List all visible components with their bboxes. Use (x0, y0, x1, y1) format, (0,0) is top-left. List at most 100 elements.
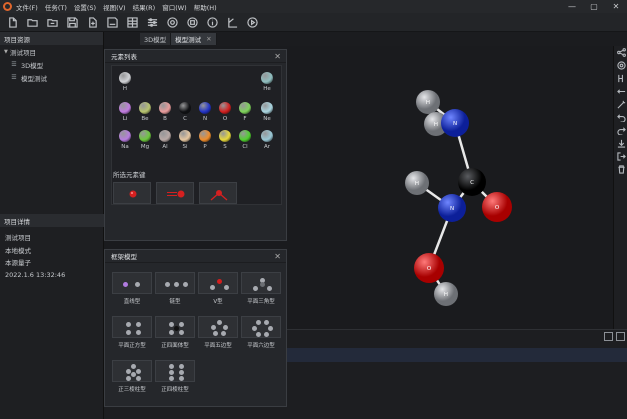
element-c-button[interactable] (179, 102, 191, 114)
target-icon[interactable] (614, 59, 627, 72)
element-he-button[interactable] (261, 72, 273, 84)
open-recent-icon[interactable] (42, 14, 62, 30)
model-atom-dot (135, 321, 141, 327)
new-file-icon[interactable] (2, 14, 22, 30)
model-5-button[interactable]: 平面正方型 (112, 316, 152, 349)
tree-item-model-test[interactable]: ☰ 模型测试 (0, 71, 103, 84)
trash-icon[interactable] (614, 163, 627, 176)
ruler-icon[interactable] (222, 14, 242, 30)
list-view-icon[interactable] (604, 332, 613, 341)
undo-icon[interactable] (614, 111, 627, 124)
menu-help[interactable]: 帮助(H) (194, 2, 217, 12)
open-folder-icon[interactable] (22, 14, 42, 30)
play-icon[interactable] (242, 14, 262, 30)
menu-results[interactable]: 结果(R) (133, 2, 156, 12)
element-b-button[interactable] (159, 102, 171, 114)
save-icon[interactable] (62, 14, 82, 30)
element-be-button[interactable] (139, 102, 151, 114)
atom-label: H (434, 122, 438, 128)
model-atom-dot (178, 329, 184, 335)
redo-icon[interactable] (614, 124, 627, 137)
element-al-button[interactable] (159, 130, 171, 142)
menu-file[interactable]: 文件(F) (16, 2, 38, 12)
tree-item-label: 3D模型 (21, 61, 44, 70)
element-symbol: N (202, 116, 208, 122)
tab-3d-model[interactable]: 3D模型 (140, 33, 172, 45)
element-symbol: Ne (263, 116, 271, 122)
atom-label: H (415, 181, 419, 187)
element-f-button[interactable] (239, 102, 251, 114)
model-atom-dot (173, 281, 179, 287)
model-6-button[interactable]: 正四面体型 (155, 316, 195, 349)
element-mg-button[interactable] (139, 130, 151, 142)
table-icon[interactable] (122, 14, 142, 30)
model-4-button[interactable]: 平面三角型 (241, 272, 281, 305)
panel-title: 元素列表 (111, 53, 137, 61)
model-atom-dot (164, 281, 170, 287)
model-atom-dot (223, 284, 229, 290)
info-icon[interactable] (202, 14, 222, 30)
tree-item-3d-model[interactable]: ☰ 3D模型 (0, 58, 103, 71)
menu-task[interactable]: 任务(T) (45, 2, 67, 12)
model-10-button[interactable]: 正四棱柱型 (155, 360, 195, 393)
menu-view[interactable]: 视图(V) (103, 2, 126, 12)
element-ar-button[interactable] (261, 130, 273, 142)
framework-model-panel: 框架模型 ✕ 直线型 链型 V型 平面三角型 平面正方型 正四面体型 平面五边型 平面六边型正… (104, 249, 287, 407)
model-2-button[interactable]: 链型 (155, 272, 195, 305)
model-atom-dot (130, 371, 136, 377)
element-symbol: P (203, 144, 207, 150)
close-icon[interactable]: ✕ (206, 35, 211, 43)
stop-icon[interactable] (182, 14, 202, 30)
element-symbol: H (122, 86, 128, 92)
tool-icon[interactable] (614, 85, 627, 98)
close-icon[interactable]: ✕ (274, 252, 281, 261)
element-ne-button[interactable] (261, 102, 273, 114)
grid-view-icon[interactable] (616, 332, 625, 341)
model-atom-dot (178, 321, 184, 327)
wand-icon[interactable] (614, 98, 627, 111)
close-icon[interactable]: ✕ (274, 52, 281, 61)
element-o-button[interactable] (219, 102, 231, 114)
tab-bar: 3D模型 模型测试 ✕ (140, 33, 217, 45)
share-icon[interactable] (614, 46, 627, 59)
model-label: 正四面体型 (161, 343, 189, 349)
model-9-button[interactable]: 正三棱柱型 (112, 360, 152, 393)
record-icon[interactable] (162, 14, 182, 30)
element-p-button[interactable] (199, 130, 211, 142)
model-atom-dot (212, 330, 218, 336)
tree-item-project[interactable]: ▼ 测试项目 (0, 45, 103, 58)
element-si-button[interactable] (179, 130, 191, 142)
save-as-icon[interactable] (102, 14, 122, 30)
menu-window[interactable]: 窗口(W) (162, 2, 187, 12)
maximize-button[interactable]: ▢ (583, 0, 605, 13)
model-atom-dot (263, 331, 269, 337)
close-window-button[interactable]: ✕ (605, 0, 627, 13)
model-atom-dot (259, 281, 265, 287)
settings-sliders-icon[interactable] (142, 14, 162, 30)
element-s-button[interactable] (219, 130, 231, 142)
element-li-button[interactable] (119, 102, 131, 114)
menu-settings[interactable]: 设置(S) (74, 2, 96, 12)
tab-model-test[interactable]: 模型测试 ✕ (171, 33, 217, 45)
element-na-button[interactable] (119, 130, 131, 142)
model-thumbnail (155, 272, 195, 294)
double-bond-button[interactable] (156, 182, 194, 204)
element-symbol: S (223, 144, 227, 150)
model-1-button[interactable]: 直线型 (112, 272, 152, 305)
tab-label: 模型测试 (175, 36, 202, 44)
model-8-button[interactable]: 平面六边型 (241, 316, 281, 349)
minimize-button[interactable]: — (561, 0, 583, 13)
element-h-button[interactable] (119, 72, 131, 84)
v-bond-button[interactable] (199, 182, 237, 204)
export-icon[interactable] (614, 150, 627, 163)
download-icon[interactable] (614, 137, 627, 150)
model-3-button[interactable]: V型 (198, 272, 238, 305)
single-bond-button[interactable] (113, 182, 151, 204)
export-icon[interactable] (82, 14, 102, 30)
model-atom-dot (178, 369, 184, 375)
model-7-button[interactable]: 平面五边型 (198, 316, 238, 349)
element-symbol: Be (141, 116, 149, 122)
hydrogen-icon[interactable] (614, 72, 627, 85)
element-cl-button[interactable] (239, 130, 251, 142)
element-n-button[interactable] (199, 102, 211, 114)
